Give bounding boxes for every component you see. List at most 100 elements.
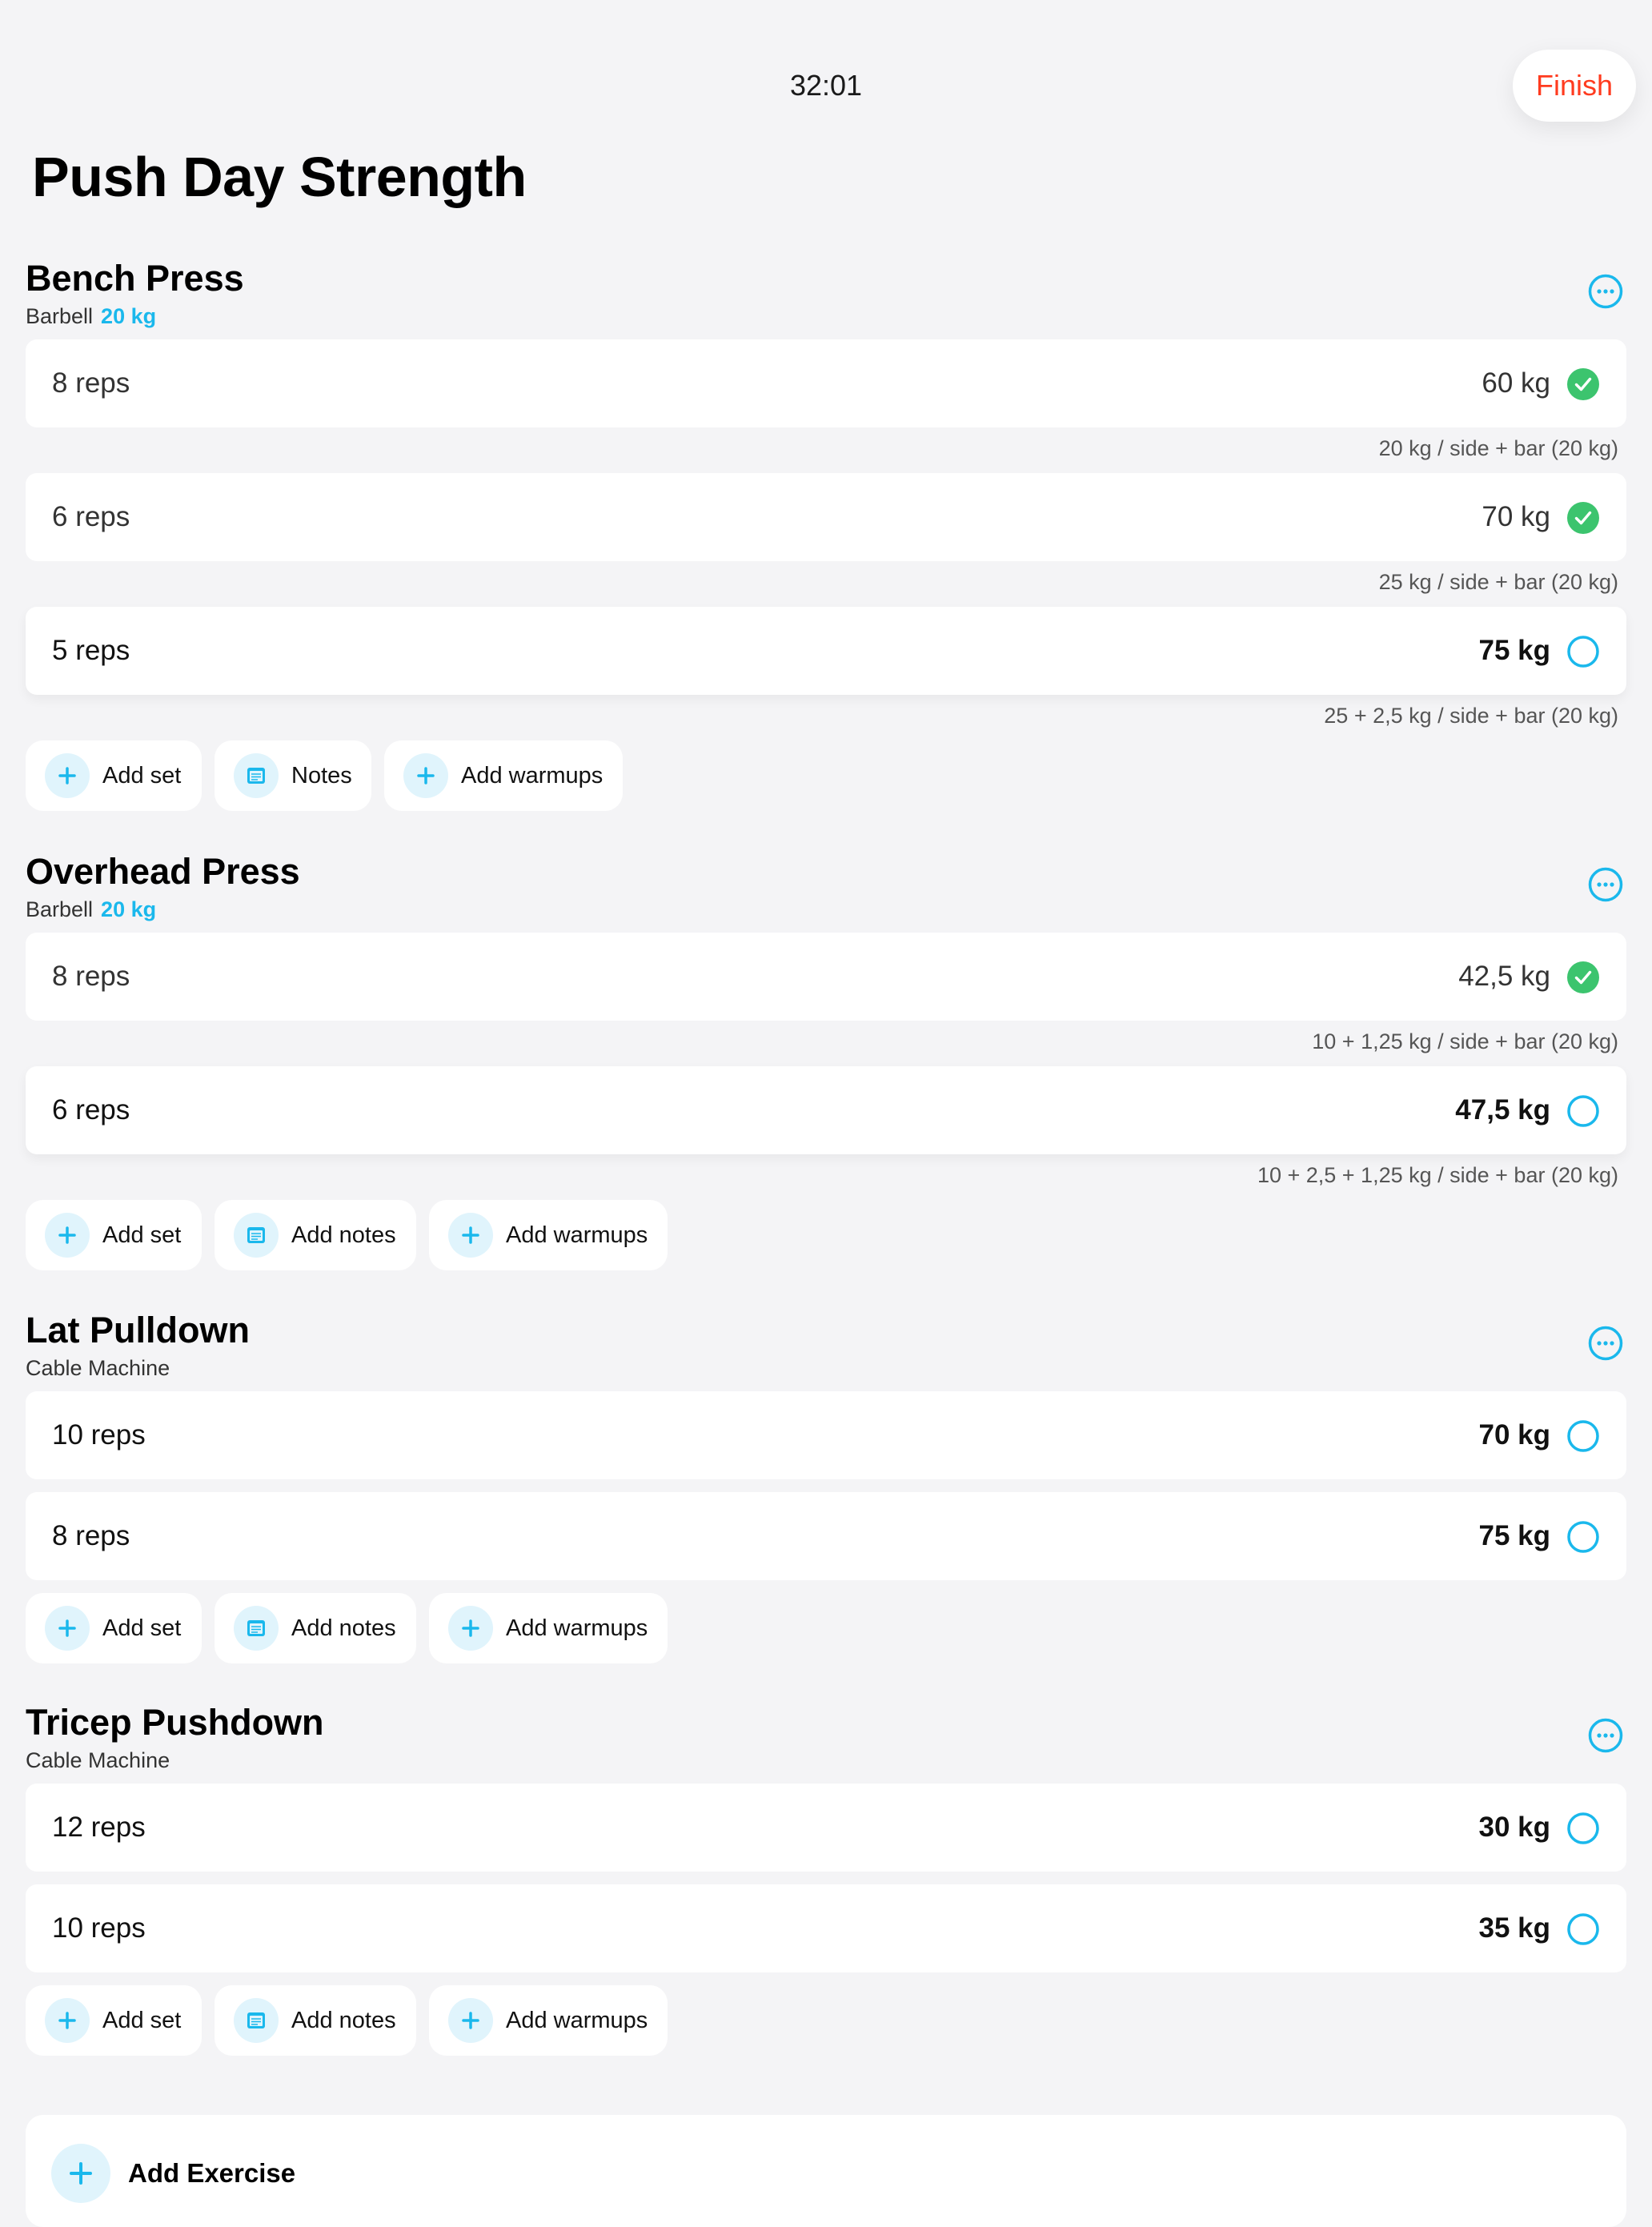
exercise-name: Bench Press xyxy=(26,258,244,299)
set-row[interactable]: 10 reps 70 kg xyxy=(26,1391,1626,1479)
exercise-equipment: Cable Machine xyxy=(26,1354,170,1382)
set-reps: 6 reps xyxy=(52,1094,130,1126)
empty-circle-icon xyxy=(1567,1420,1599,1452)
add-warmups-button[interactable]: Add warmups xyxy=(429,1200,668,1270)
page-title: Push Day Strength xyxy=(32,146,527,208)
set-complete-toggle[interactable] xyxy=(1567,1095,1599,1127)
exercise-card: Bench Press Barbell 20 kg 8 reps 60 kg 20… xyxy=(0,256,1652,817)
set-complete-toggle[interactable] xyxy=(1567,1521,1599,1553)
plate-breakdown: 25 kg / side + bar (20 kg) xyxy=(1378,570,1618,594)
set-row[interactable]: 6 reps 47,5 kg xyxy=(26,1066,1626,1154)
more-horizontal-icon xyxy=(1588,1718,1623,1753)
notes-icon xyxy=(234,1998,279,2043)
plus-icon xyxy=(45,1213,90,1258)
workout-timer: 32:01 xyxy=(789,69,863,102)
set-row[interactable]: 8 reps 42,5 kg xyxy=(26,933,1626,1021)
add-warmups-label: Add warmups xyxy=(506,1222,648,1248)
plus-icon xyxy=(448,1998,493,2043)
add-warmups-label: Add warmups xyxy=(506,1615,648,1641)
set-row[interactable]: 8 reps 60 kg xyxy=(26,339,1626,427)
set-weight: 70 kg xyxy=(1478,1419,1551,1451)
exercise-name: Tricep Pushdown xyxy=(26,1702,324,1743)
exercise-name: Overhead Press xyxy=(26,851,300,892)
equipment-label: Cable Machine xyxy=(26,1748,170,1772)
add-set-button[interactable]: Add set xyxy=(26,1200,202,1270)
empty-circle-icon xyxy=(1567,1812,1599,1844)
set-row[interactable]: 10 reps 35 kg xyxy=(26,1884,1626,1972)
set-reps: 8 reps xyxy=(52,961,130,992)
set-row[interactable]: 8 reps 75 kg xyxy=(26,1492,1626,1580)
set-reps: 10 reps xyxy=(52,1912,146,1944)
add-exercise-button[interactable]: Add Exercise xyxy=(26,2115,1626,2227)
notes-icon xyxy=(234,1213,279,1258)
add-set-label: Add set xyxy=(102,1222,182,1248)
bar-weight: 20 kg xyxy=(101,304,157,328)
plus-icon xyxy=(45,1606,90,1651)
add-warmups-button[interactable]: Add warmups xyxy=(384,740,623,811)
set-complete-toggle[interactable] xyxy=(1567,368,1599,400)
empty-circle-icon xyxy=(1567,636,1599,668)
notes-label: Notes xyxy=(291,763,352,788)
set-complete-toggle[interactable] xyxy=(1567,1812,1599,1844)
equipment-label: Barbell xyxy=(26,897,94,921)
set-reps: 10 reps xyxy=(52,1419,146,1451)
add-exercise-label: Add Exercise xyxy=(128,2158,296,2188)
add-warmups-button[interactable]: Add warmups xyxy=(429,1593,668,1663)
bar-weight: 20 kg xyxy=(101,897,157,921)
add-warmups-label: Add warmups xyxy=(506,2008,648,2033)
plate-breakdown: 20 kg / side + bar (20 kg) xyxy=(1378,436,1618,460)
add-notes-label: Add notes xyxy=(291,1222,396,1248)
exercise-card: Lat Pulldown Cable Machine 10 reps 70 kg… xyxy=(0,1308,1652,1668)
exercise-equipment: Barbell 20 kg xyxy=(26,896,156,923)
more-options-button[interactable] xyxy=(1588,274,1623,309)
add-notes-button[interactable]: Add notes xyxy=(215,1593,416,1663)
exercise-name: Lat Pulldown xyxy=(26,1310,250,1350)
add-set-button[interactable]: Add set xyxy=(26,740,202,811)
set-row[interactable]: 5 reps 75 kg xyxy=(26,607,1626,695)
exercise-card: Tricep Pushdown Cable Machine 12 reps 30… xyxy=(0,1700,1652,2060)
more-horizontal-icon xyxy=(1588,1326,1623,1361)
more-options-button[interactable] xyxy=(1588,867,1623,902)
add-notes-label: Add notes xyxy=(291,2008,396,2033)
exercise-equipment: Barbell 20 kg xyxy=(26,303,156,330)
notes-icon xyxy=(234,1606,279,1651)
set-weight: 75 kg xyxy=(1478,1520,1551,1551)
add-warmups-button[interactable]: Add warmups xyxy=(429,1985,668,2056)
set-complete-toggle[interactable] xyxy=(1567,1913,1599,1945)
set-complete-toggle[interactable] xyxy=(1567,502,1599,534)
add-warmups-label: Add warmups xyxy=(461,763,603,788)
plate-breakdown: 10 + 2,5 + 1,25 kg / side + bar (20 kg) xyxy=(1257,1163,1618,1187)
add-set-label: Add set xyxy=(102,763,182,788)
equipment-label: Cable Machine xyxy=(26,1356,170,1380)
add-set-button[interactable]: Add set xyxy=(26,1985,202,2056)
set-weight: 30 kg xyxy=(1478,1812,1551,1843)
set-complete-toggle[interactable] xyxy=(1567,636,1599,668)
empty-circle-icon xyxy=(1567,1095,1599,1127)
set-row[interactable]: 6 reps 70 kg xyxy=(26,473,1626,561)
plus-icon xyxy=(45,753,90,798)
notes-icon xyxy=(234,753,279,798)
set-reps: 8 reps xyxy=(52,367,130,399)
add-set-label: Add set xyxy=(102,1615,182,1641)
more-horizontal-icon xyxy=(1588,274,1623,309)
more-horizontal-icon xyxy=(1588,867,1623,902)
finish-button[interactable]: Finish xyxy=(1513,50,1636,122)
add-notes-button[interactable]: Add notes xyxy=(215,1985,416,2056)
set-reps: 6 reps xyxy=(52,501,130,532)
more-options-button[interactable] xyxy=(1588,1326,1623,1361)
set-complete-toggle[interactable] xyxy=(1567,1420,1599,1452)
plus-icon xyxy=(403,753,448,798)
set-complete-toggle[interactable] xyxy=(1567,961,1599,993)
set-reps: 5 reps xyxy=(52,635,130,666)
set-row[interactable]: 12 reps 30 kg xyxy=(26,1784,1626,1872)
add-set-label: Add set xyxy=(102,2008,182,2033)
check-circle-icon xyxy=(1567,502,1599,534)
set-weight: 75 kg xyxy=(1478,635,1551,666)
add-notes-button[interactable]: Add notes xyxy=(215,1200,416,1270)
set-weight: 47,5 kg xyxy=(1455,1094,1550,1126)
add-set-button[interactable]: Add set xyxy=(26,1593,202,1663)
check-circle-icon xyxy=(1567,961,1599,993)
more-options-button[interactable] xyxy=(1588,1718,1623,1753)
exercise-card: Overhead Press Barbell 20 kg 8 reps 42,5 … xyxy=(0,849,1652,1274)
notes-button[interactable]: Notes xyxy=(215,740,371,811)
